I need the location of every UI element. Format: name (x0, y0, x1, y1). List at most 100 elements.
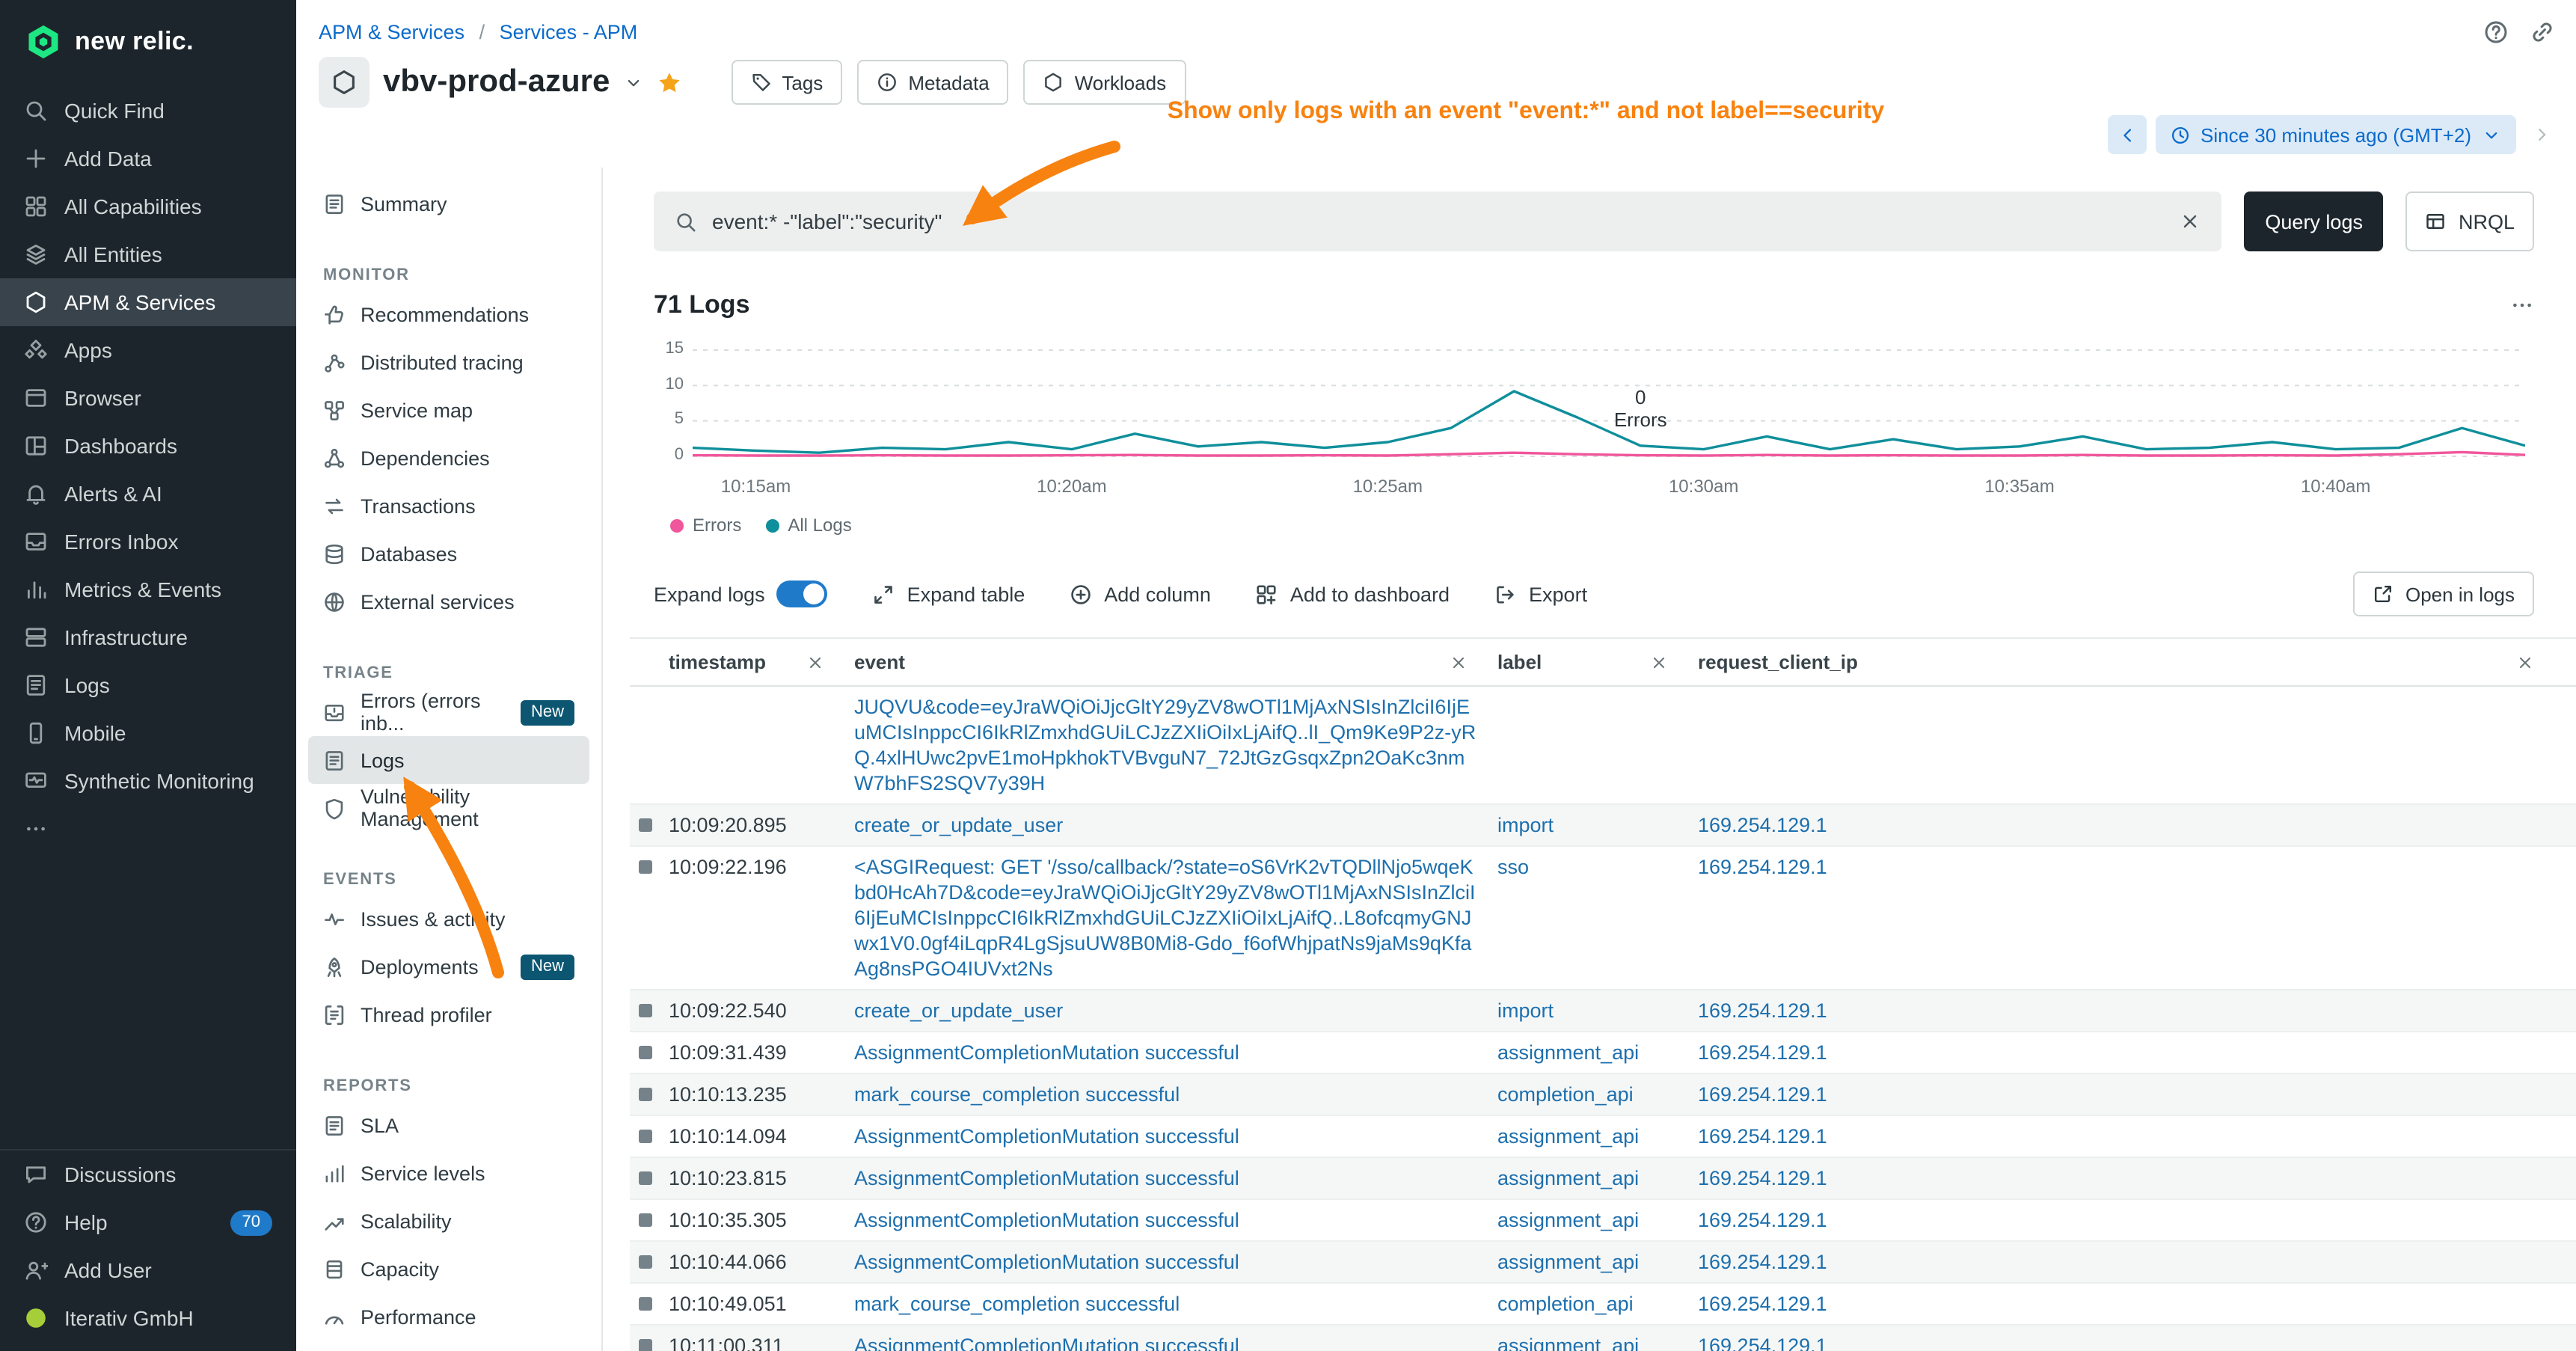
log-event-link[interactable]: AssignmentCompletionMutation successful (854, 1251, 1239, 1273)
export-button[interactable]: Export (1494, 583, 1587, 605)
entity-nav-item-service-map[interactable]: Service map (308, 386, 589, 434)
log-event-link[interactable]: AssignmentCompletionMutation successful (854, 1335, 1239, 1351)
global-nav-item-apm-services[interactable]: APM & Services (0, 278, 296, 326)
remove-column-icon[interactable] (1650, 653, 1668, 671)
nrql-button[interactable]: NRQL (2406, 192, 2534, 251)
column-header-label[interactable]: label (1497, 651, 1698, 673)
favorite-star-icon[interactable] (656, 70, 681, 95)
log-label-link[interactable]: import (1497, 999, 1554, 1022)
log-event-link[interactable]: AssignmentCompletionMutation successful (854, 1167, 1239, 1189)
clear-query-icon[interactable] (2180, 211, 2201, 232)
time-picker[interactable]: Since 30 minutes ago (GMT+2) (2156, 115, 2516, 154)
log-event-link[interactable]: create_or_update_user (854, 999, 1063, 1022)
global-nav-item-more[interactable] (0, 805, 296, 853)
log-ip-link[interactable]: 169.254.129.1 (1698, 1251, 1827, 1273)
row-select-checkbox[interactable] (639, 818, 652, 832)
logs-query-input[interactable]: event:* -"label":"security" (654, 192, 2221, 251)
log-label-link[interactable]: assignment_api (1497, 1167, 1639, 1189)
global-nav-item-browser[interactable]: Browser (0, 374, 296, 422)
log-row[interactable]: 10:10:14.094AssignmentCompletionMutation… (630, 1116, 2576, 1158)
remove-column-icon[interactable] (806, 653, 824, 671)
log-row[interactable]: JUQVU&code=eyJraWQiOiJjcGltY29yZV8wOTl1M… (630, 687, 2576, 805)
log-row[interactable]: 10:10:23.815AssignmentCompletionMutation… (630, 1158, 2576, 1200)
entity-nav-item-scalability[interactable]: Scalability (308, 1197, 589, 1245)
log-label-link[interactable]: assignment_api (1497, 1125, 1639, 1148)
entity-nav-item-logs[interactable]: Logs (308, 736, 589, 784)
help-circle-icon[interactable] (2483, 19, 2509, 45)
entity-nav-item-vulnerability-management[interactable]: Vulnerability Management (308, 784, 589, 832)
log-row[interactable]: 10:09:31.439AssignmentCompletionMutation… (630, 1032, 2576, 1074)
legend-errors[interactable]: Errors (670, 515, 741, 536)
row-select-checkbox[interactable] (639, 1130, 652, 1143)
row-select-checkbox[interactable] (639, 1255, 652, 1269)
time-back-button[interactable] (2108, 115, 2147, 154)
add-to-dashboard-button[interactable]: Add to dashboard (1256, 583, 1450, 605)
metadata-button[interactable]: Metadata (857, 60, 1008, 105)
log-event-link[interactable]: JUQVU&code=eyJraWQiOiJjcGltY29yZV8wOTl1M… (854, 696, 1476, 794)
log-ip-link[interactable]: 169.254.129.1 (1698, 1209, 1827, 1231)
entity-nav-item-distributed-tracing[interactable]: Distributed tracing (308, 338, 589, 386)
global-nav-item-dashboards[interactable]: Dashboards (0, 422, 296, 470)
global-nav-item-add-user[interactable]: Add User (0, 1246, 296, 1294)
global-nav-item-all-capabilities[interactable]: All Capabilities (0, 183, 296, 230)
time-forward-button[interactable] (2525, 115, 2558, 154)
row-select-checkbox[interactable] (639, 1088, 652, 1101)
log-label-link[interactable]: assignment_api (1497, 1209, 1639, 1231)
global-nav-item-errors-inbox[interactable]: Errors Inbox (0, 518, 296, 566)
global-nav-item-metrics-events[interactable]: Metrics & Events (0, 566, 296, 613)
global-nav-item-help[interactable]: Help70 (0, 1198, 296, 1246)
global-nav-item-infrastructure[interactable]: Infrastructure (0, 613, 296, 661)
log-label-link[interactable]: assignment_api (1497, 1251, 1639, 1273)
global-nav-item-mobile[interactable]: Mobile (0, 709, 296, 757)
row-select-checkbox[interactable] (639, 860, 652, 874)
toggle-switch-on[interactable] (777, 580, 828, 607)
log-event-link[interactable]: AssignmentCompletionMutation successful (854, 1125, 1239, 1148)
entity-nav-item-performance[interactable]: Performance (308, 1293, 589, 1341)
column-header-request-client-ip[interactable]: request_client_ip (1698, 651, 2576, 673)
permalink-icon[interactable] (2530, 19, 2555, 45)
entity-nav-item-dependencies[interactable]: Dependencies (308, 434, 589, 482)
breadcrumb-services-apm[interactable]: Services - APM (500, 21, 638, 43)
log-event-link[interactable]: AssignmentCompletionMutation successful (854, 1209, 1239, 1231)
column-header-timestamp[interactable]: timestamp (669, 651, 854, 673)
log-event-link[interactable]: <ASGIRequest: GET '/sso/callback/?state=… (854, 856, 1476, 980)
entity-switcher-chevron-icon[interactable] (623, 73, 643, 92)
global-nav-item-discussions[interactable]: Discussions (0, 1151, 296, 1198)
remove-column-icon[interactable] (1450, 653, 1468, 671)
log-ip-link[interactable]: 169.254.129.1 (1698, 1293, 1827, 1315)
log-row[interactable]: 10:09:22.540create_or_update_userimport1… (630, 990, 2576, 1032)
more-options-icon[interactable] (2510, 293, 2534, 317)
log-ip-link[interactable]: 169.254.129.1 (1698, 1041, 1827, 1064)
log-event-link[interactable]: AssignmentCompletionMutation successful (854, 1041, 1239, 1064)
log-label-link[interactable]: sso (1497, 856, 1529, 878)
entity-nav-item-summary[interactable]: Summary (308, 180, 589, 227)
expand-table-button[interactable]: Expand table (873, 583, 1025, 605)
log-ip-link[interactable]: 169.254.129.1 (1698, 1083, 1827, 1106)
log-ip-link[interactable]: 169.254.129.1 (1698, 856, 1827, 878)
row-select-checkbox[interactable] (639, 1171, 652, 1185)
breadcrumb-apm-services[interactable]: APM & Services (319, 21, 464, 43)
entity-nav-item-recommendations[interactable]: Recommendations (308, 290, 589, 338)
global-nav-item-logs[interactable]: Logs (0, 661, 296, 709)
log-row[interactable]: 10:10:49.051mark_course_completion succe… (630, 1284, 2576, 1326)
global-nav-item-all-entities[interactable]: All Entities (0, 230, 296, 278)
global-nav-item-add-data[interactable]: Add Data (0, 135, 296, 183)
entity-nav-item-errors-errors-inb[interactable]: Errors (errors inb...New (308, 688, 589, 736)
log-ip-link[interactable]: 169.254.129.1 (1698, 1167, 1827, 1189)
log-label-link[interactable]: import (1497, 814, 1554, 836)
add-column-button[interactable]: Add column (1070, 583, 1211, 605)
log-row[interactable]: 10:10:44.066AssignmentCompletionMutation… (630, 1242, 2576, 1284)
log-label-link[interactable]: completion_api (1497, 1083, 1634, 1106)
log-label-link[interactable]: assignment_api (1497, 1041, 1639, 1064)
log-label-link[interactable]: assignment_api (1497, 1335, 1639, 1351)
query-logs-button[interactable]: Query logs (2244, 192, 2384, 251)
entity-nav-item-issues-activity[interactable]: Issues & activity (308, 895, 589, 943)
row-select-checkbox[interactable] (639, 1046, 652, 1059)
log-ip-link[interactable]: 169.254.129.1 (1698, 999, 1827, 1022)
log-ip-link[interactable]: 169.254.129.1 (1698, 1125, 1827, 1148)
remove-column-icon[interactable] (2516, 653, 2534, 671)
row-select-checkbox[interactable] (639, 1004, 652, 1017)
log-event-link[interactable]: mark_course_completion successful (854, 1293, 1180, 1315)
entity-nav-item-external-services[interactable]: External services (308, 578, 589, 625)
legend-all-logs[interactable]: All Logs (765, 515, 851, 536)
